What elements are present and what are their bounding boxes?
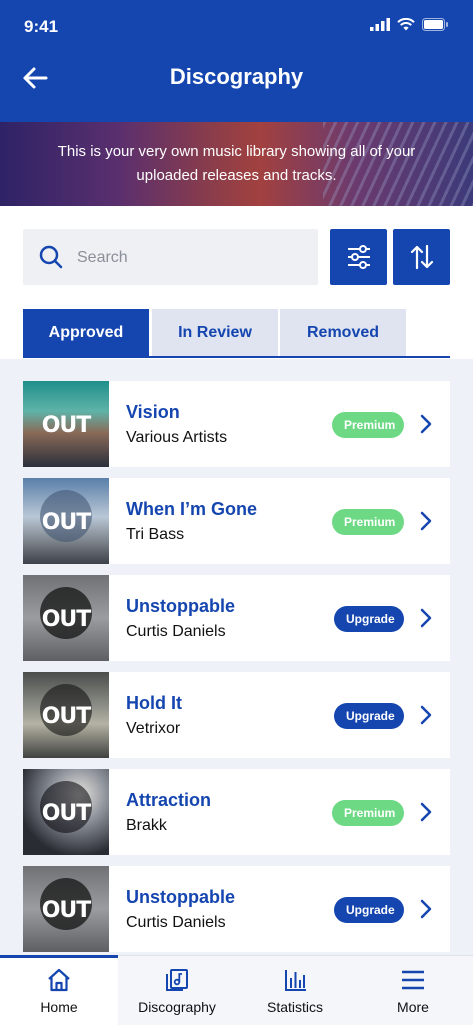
nav-label: Home [40,999,78,1015]
cover-logo-text: OUT [41,413,92,438]
tab-removed[interactable]: Removed [280,309,406,357]
release-cover: OUT [23,769,109,855]
menu-icon [402,970,424,990]
signal-icon [370,18,390,31]
upgrade-badge[interactable]: Upgrade [334,703,404,729]
release-cover: OUT [23,575,109,661]
release-cover: OUT [23,672,109,758]
release-row[interactable]: OUT Attraction Brakk Premium [23,769,450,855]
release-title: When I’m Gone [126,499,258,519]
release-row[interactable]: OUT When I’m Gone Tri Bass Premium [23,478,450,564]
release-row[interactable]: OUT Vision Various Artists Premium [23,381,450,467]
nav-statistics[interactable]: Statistics [236,956,354,1025]
release-row[interactable]: OUT Unstoppable Curtis Daniels Upgrade [23,866,450,952]
chevron-right-icon[interactable] [420,705,432,725]
release-title: Unstoppable [126,887,236,907]
release-title: Attraction [126,790,211,810]
release-artist: Curtis Daniels [126,623,226,640]
release-cover: OUT [23,381,109,467]
status-time: 9:41 [24,17,59,36]
release-artist: Brakk [126,817,167,834]
statistics-icon [285,970,306,991]
sort-button[interactable] [393,229,450,285]
page-title: Discography [169,64,304,89]
filter-button[interactable] [330,229,387,285]
tabs-underline [23,356,450,358]
search-icon [39,245,63,269]
release-cover: OUT [23,478,109,564]
home-icon [48,968,70,992]
chevron-right-icon[interactable] [420,414,432,434]
tab-approved[interactable]: Approved [23,309,149,357]
sort-arrows-icon [410,244,433,270]
release-artist: Vetrixor [126,720,181,737]
cover-logo-text: OUT [41,510,92,535]
search-input[interactable] [75,229,309,287]
cover-logo-text: OUT [41,898,92,923]
upgrade-badge[interactable]: Upgrade [334,606,404,632]
nav-more[interactable]: More [354,956,472,1025]
release-row[interactable]: OUT Hold It Vetrixor Upgrade [23,672,450,758]
release-cover: OUT [23,866,109,952]
nav-label: More [397,999,429,1015]
wifi-icon [397,18,415,31]
chevron-right-icon[interactable] [420,511,432,531]
nav-label: Statistics [266,999,323,1015]
chevron-right-icon[interactable] [420,899,432,919]
release-artist: Curtis Daniels [126,914,226,931]
release-title: Unstoppable [126,596,236,616]
release-title: Vision [126,402,180,422]
tab-in-review[interactable]: In Review [152,309,278,357]
app-header: 9:41 Discography [0,0,473,122]
cover-logo-text: OUT [41,704,92,729]
chevron-right-icon[interactable] [420,608,432,628]
cover-logo-text: OUT [41,607,92,632]
premium-badge[interactable]: Premium [332,412,404,438]
search-box[interactable] [23,229,318,287]
nav-home[interactable]: Home [0,955,118,1025]
banner-text: This is your very own music library show… [57,143,416,184]
release-row[interactable]: OUT Unstoppable Curtis Daniels Upgrade [23,575,450,661]
release-title: Hold It [126,693,182,713]
upgrade-badge[interactable]: Upgrade [334,897,404,923]
discography-icon [166,969,188,991]
chevron-right-icon[interactable] [420,802,432,822]
nav-discography[interactable]: Discography [118,956,236,1025]
status-icons [370,18,449,31]
premium-badge[interactable]: Premium [332,800,404,826]
battery-icon [422,18,448,31]
filter-sliders-icon [347,245,370,269]
release-artist: Tri Bass [126,526,185,543]
cover-logo-text: OUT [41,801,92,826]
nav-label: Discography [138,999,216,1015]
release-artist: Various Artists [126,429,228,446]
premium-badge[interactable]: Premium [332,509,404,535]
info-banner: This is your very own music library show… [0,122,473,206]
bottom-nav: Home Discography Statistics More [0,955,473,1025]
